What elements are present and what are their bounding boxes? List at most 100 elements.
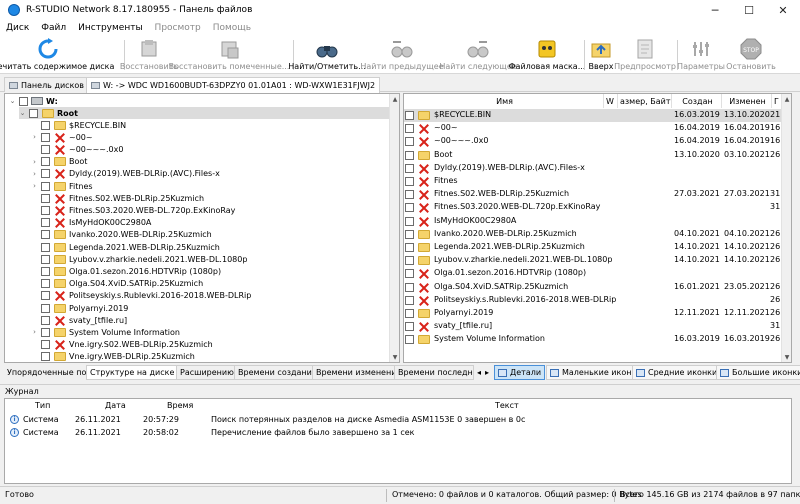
row-checkbox[interactable] [405, 295, 414, 305]
scroll-up-icon[interactable]: ▲ [390, 94, 399, 104]
tree-item[interactable]: › Dyldy.(2019).WEB-DLRip.(AVC).Files-x [31, 168, 389, 180]
journal-col-text[interactable]: Текст [495, 401, 519, 410]
table-row[interactable]: Ivanko.2020.WEB-DLRip.25Kuzmich 04.10.202… [404, 228, 784, 241]
tree-item-checkbox[interactable] [41, 218, 50, 228]
row-checkbox[interactable] [405, 203, 414, 213]
column-name[interactable]: Имя [404, 94, 604, 108]
tree-item-checkbox[interactable] [41, 120, 50, 130]
sort-tab-extension[interactable]: Расширению [176, 365, 238, 380]
journal-col-time[interactable]: Время [167, 401, 193, 410]
tree-item[interactable]: Fitnes.S02.WEB-DLRip.25Kuzmich [31, 192, 389, 204]
tree-item[interactable]: Vne.igry.S02.WEB-DLRip.25Kuzmich [31, 339, 389, 351]
journal-col-date[interactable]: Дата [105, 401, 126, 410]
scroll-down-icon[interactable]: ▼ [782, 352, 791, 362]
table-row[interactable]: Olga.01.sezon.2016.HDTVRip (1080p) [404, 267, 782, 280]
row-checkbox[interactable] [405, 111, 414, 120]
tree-item[interactable]: Fitnes.S03.2020.WEB-DL.720p.ExKinoRay [31, 204, 389, 216]
row-checkbox[interactable] [405, 150, 414, 160]
tree-root-row[interactable]: ⌄ Root [19, 107, 389, 119]
tree-item[interactable]: IsMyHdOK00C2980A [31, 217, 389, 229]
tree-item-checkbox[interactable] [41, 303, 50, 313]
view-details-button[interactable]: Детали [494, 365, 546, 380]
sort-tab-structure[interactable]: Структуре на диске [86, 365, 179, 380]
folder-tree[interactable]: ⌄ W: ⌄ Root $RECYCLE.BIN › ~00~ ~00~~~.0x0 ›… [4, 93, 400, 363]
params-button[interactable]: Параметры [677, 36, 725, 74]
tab-disks-panel[interactable]: Панель дисков [4, 77, 90, 92]
restore-marked-button[interactable]: Восстановить помеченные... [169, 36, 289, 74]
find-previous-button[interactable]: Найти предыдущее [360, 36, 444, 74]
tree-item[interactable]: Vne.igry.WEB-DLRip.25Kuzmich [31, 351, 389, 362]
tree-item-checkbox[interactable] [41, 193, 50, 203]
table-row[interactable]: Dyldy.(2019).WEB-DLRip.(AVC).Files-x [404, 162, 782, 175]
column-w[interactable]: W [604, 94, 618, 108]
menu-item-0[interactable]: Диск [0, 23, 35, 33]
tree-item[interactable]: › Fitnes [31, 180, 389, 192]
expand-icon[interactable]: › [31, 327, 38, 337]
column-modified[interactable]: Изменен [722, 94, 772, 108]
tree-item-checkbox[interactable] [41, 340, 50, 350]
row-checkbox[interactable] [405, 309, 414, 318]
expand-icon[interactable]: › [31, 169, 38, 179]
root-checkbox[interactable] [29, 108, 38, 118]
tree-item[interactable]: svaty_[tfile.ru] [31, 314, 389, 326]
table-row[interactable]: ~00~16.04.201916.04.201916.0 [404, 122, 784, 135]
row-checkbox[interactable] [405, 124, 414, 134]
sort-tab-last[interactable]: Времени последнего [394, 365, 474, 380]
journal-row[interactable]: i Система 26.11.2021 20:57:29 Поиск потерянн… [5, 413, 791, 426]
row-checkbox[interactable] [405, 282, 414, 292]
table-row[interactable]: ~00~~~.0x016.04.201916.04.201916.0 [404, 135, 784, 148]
tree-item-checkbox[interactable] [41, 315, 50, 325]
sort-tab-modified[interactable]: Времени изменения [312, 365, 406, 380]
scroll-up-icon[interactable]: ▲ [782, 94, 791, 104]
tree-item[interactable]: Lyubov.v.zharkie.nedeli.2021.WEB-DL.1080… [31, 253, 389, 265]
tree-item-checkbox[interactable] [41, 144, 50, 154]
drive-checkbox[interactable] [19, 96, 28, 106]
column-created[interactable]: Создан [672, 94, 722, 108]
row-checkbox[interactable] [405, 269, 414, 279]
row-checkbox[interactable] [405, 137, 414, 147]
table-row[interactable]: Fitnes.S03.2020.WEB-DL.720p.ExKinoRay31.… [404, 201, 784, 214]
close-button[interactable]: ✕ [766, 0, 800, 20]
column-size[interactable]: азмер, Байт [618, 94, 672, 108]
row-checkbox[interactable] [405, 163, 414, 173]
table-row[interactable]: Legenda.2021.WEB-DLRip.25Kuzmich 14.10.20… [404, 241, 784, 254]
row-checkbox[interactable] [405, 177, 414, 186]
file-mask-button[interactable]: Файловая маска... [509, 36, 585, 74]
sort-scroll-right-icon[interactable]: ▸ [482, 365, 492, 380]
table-row[interactable]: Polyarnyi.201912.11.202112.11.202126.1 [404, 307, 784, 320]
sort-tab-created[interactable]: Времени создания [234, 365, 321, 380]
view-small-icons-button[interactable]: Маленькие иконки [546, 365, 646, 380]
tree-item-checkbox[interactable] [41, 266, 50, 276]
row-checkbox[interactable] [405, 256, 414, 266]
menu-item-2[interactable]: Инструменты [72, 23, 148, 33]
tree-item-checkbox[interactable] [41, 181, 50, 191]
journal-row[interactable]: i Система 26.11.2021 20:58:02 Перечисление ф… [5, 426, 791, 439]
tree-item[interactable]: Ivanko.2020.WEB-DLRip.25Kuzmich [31, 229, 389, 241]
tree-item[interactable]: Polyarnyi.2019 [31, 302, 389, 314]
table-row[interactable]: Fitnes [404, 175, 782, 188]
find-button[interactable]: Найти/Отметить... [288, 36, 366, 74]
row-checkbox[interactable] [405, 190, 414, 200]
tree-item-checkbox[interactable] [41, 132, 50, 142]
tab-file-panel[interactable]: W: -> WDC WD1600BUDT-63DPZY0 01.01A01 : … [86, 77, 381, 93]
table-row[interactable]: Olga.S04.XviD.SATRip.25Kuzmich 16.01.2021… [404, 281, 784, 294]
tree-item[interactable]: Olga.S04.XviD.SATRip.25Kuzmich [31, 278, 389, 290]
expand-icon[interactable]: › [31, 181, 38, 191]
collapse-icon[interactable]: ⌄ [19, 108, 26, 118]
tree-item[interactable]: › System Volume Information [31, 326, 389, 338]
menu-item-3[interactable]: Просмотр [149, 23, 207, 33]
tree-item-checkbox[interactable] [41, 352, 50, 362]
tree-item-checkbox[interactable] [41, 242, 50, 252]
tree-item-checkbox[interactable] [41, 254, 50, 264]
row-checkbox[interactable] [405, 243, 414, 252]
find-next-button[interactable]: Найти следующее [439, 36, 517, 74]
scroll-down-icon[interactable]: ▼ [390, 352, 399, 362]
table-row[interactable]: System Volume Information 16.03.2019 16.03… [404, 333, 784, 346]
table-row[interactable]: IsMyHdOK00C2980A [404, 215, 782, 228]
tree-item-checkbox[interactable] [41, 230, 50, 240]
preview-button[interactable]: Предпросмотр [614, 36, 676, 74]
collapse-icon[interactable]: ⌄ [9, 96, 16, 106]
file-list-scrollbar[interactable]: ▲ ▼ [781, 94, 791, 362]
tree-item[interactable]: $RECYCLE.BIN [31, 119, 389, 131]
file-list[interactable]: Имя W азмер, Байт Создан Изменен Г $RECY… [403, 93, 792, 363]
